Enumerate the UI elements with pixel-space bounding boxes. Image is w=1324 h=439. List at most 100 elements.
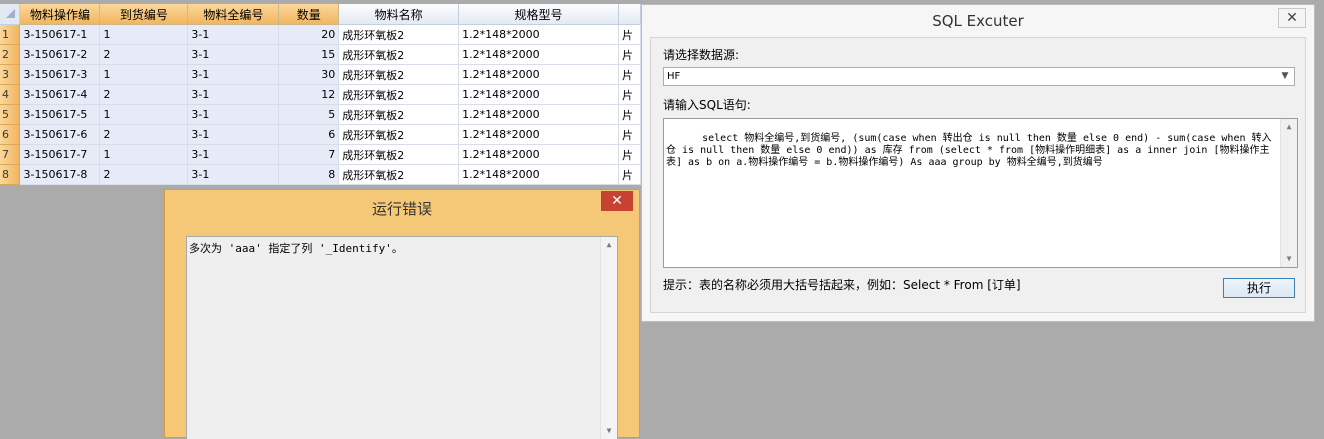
cell-op-code[interactable]: 3-150617-8: [19, 164, 101, 185]
column-header-full-code[interactable]: 物料全编号: [187, 4, 280, 25]
scroll-down-icon[interactable]: ▼: [1281, 251, 1297, 267]
column-header-arrival-no[interactable]: 到货编号: [99, 4, 189, 25]
table-row[interactable]: 1 3-150617-1 1 3-1 20 成形环氧板2 1.2*148*2000 片: [0, 24, 641, 45]
row-header[interactable]: 7: [0, 144, 21, 165]
table-row[interactable]: 7 3-150617-7 1 3-1 7 成形环氧板2 1.2*148*2000 片: [0, 144, 641, 165]
cell-arrival-no[interactable]: 2: [99, 84, 189, 105]
cell-quantity[interactable]: 12: [278, 84, 340, 105]
row-header[interactable]: 1: [0, 24, 21, 45]
cell-full-code[interactable]: 3-1: [187, 164, 280, 185]
column-header-unit[interactable]: [618, 4, 641, 25]
cell-arrival-no[interactable]: 1: [99, 104, 189, 125]
row-header[interactable]: 6: [0, 124, 21, 145]
row-header[interactable]: 4: [0, 84, 21, 105]
cell-full-code[interactable]: 3-1: [187, 64, 280, 85]
cell-spec[interactable]: 1.2*148*2000: [458, 84, 619, 105]
sql-window-body: 请选择数据源: HF ▼ 请输入SQL语句: select 物料全编号,到货编号…: [650, 37, 1306, 313]
column-header-spec[interactable]: 规格型号: [458, 4, 619, 25]
table-row[interactable]: 4 3-150617-4 2 3-1 12 成形环氧板2 1.2*148*2000 片: [0, 84, 641, 105]
cell-material-name[interactable]: 成形环氧板2: [338, 104, 460, 125]
cell-op-code[interactable]: 3-150617-2: [19, 44, 101, 65]
cell-material-name[interactable]: 成形环氧板2: [338, 164, 460, 185]
cell-full-code[interactable]: 3-1: [187, 24, 280, 45]
cell-unit[interactable]: 片: [618, 44, 641, 65]
cell-quantity[interactable]: 6: [278, 124, 340, 145]
cell-arrival-no[interactable]: 1: [99, 144, 189, 165]
cell-quantity[interactable]: 30: [278, 64, 340, 85]
column-header-material-name[interactable]: 物料名称: [338, 4, 460, 25]
cell-spec[interactable]: 1.2*148*2000: [458, 64, 619, 85]
cell-arrival-no[interactable]: 1: [99, 64, 189, 85]
sql-window-close-icon[interactable]: ✕: [1278, 8, 1306, 28]
datasource-select[interactable]: HF ▼: [663, 67, 1295, 86]
cell-unit[interactable]: 片: [618, 164, 641, 185]
cell-op-code[interactable]: 3-150617-4: [19, 84, 101, 105]
run-button[interactable]: 执行: [1223, 278, 1295, 298]
error-dialog-title[interactable]: 运行错误: [165, 198, 639, 219]
cell-material-name[interactable]: 成形环氧板2: [338, 44, 460, 65]
table-row[interactable]: 8 3-150617-8 2 3-1 8 成形环氧板2 1.2*148*2000 片: [0, 164, 641, 185]
error-dialog-close-icon[interactable]: ✕: [601, 191, 633, 211]
cell-material-name[interactable]: 成形环氧板2: [338, 64, 460, 85]
sql-scrollbar[interactable]: ▲ ▼: [1280, 119, 1297, 267]
cell-quantity[interactable]: 8: [278, 164, 340, 185]
cell-op-code[interactable]: 3-150617-7: [19, 144, 101, 165]
cell-unit[interactable]: 片: [618, 24, 641, 45]
cell-full-code[interactable]: 3-1: [187, 44, 280, 65]
cell-quantity[interactable]: 20: [278, 24, 340, 45]
cell-spec[interactable]: 1.2*148*2000: [458, 104, 619, 125]
cell-spec[interactable]: 1.2*148*2000: [458, 164, 619, 185]
row-header[interactable]: 3: [0, 64, 21, 85]
error-scrollbar[interactable]: ▲ ▼: [600, 237, 617, 439]
table-row[interactable]: 5 3-150617-5 1 3-1 5 成形环氧板2 1.2*148*2000 片: [0, 104, 641, 125]
cell-material-name[interactable]: 成形环氧板2: [338, 124, 460, 145]
scroll-up-icon[interactable]: ▲: [601, 237, 617, 253]
error-message-box[interactable]: 多次为 'aaa' 指定了列 '_Identify'。 ▲ ▼: [186, 236, 618, 439]
row-header[interactable]: 2: [0, 44, 21, 65]
cell-arrival-no[interactable]: 2: [99, 44, 189, 65]
error-dialog: 运行错误 ✕ 多次为 'aaa' 指定了列 '_Identify'。 ▲ ▼: [164, 189, 640, 439]
chevron-down-icon[interactable]: ▼: [1278, 68, 1292, 85]
cell-unit[interactable]: 片: [618, 144, 641, 165]
error-message: 多次为 'aaa' 指定了列 '_Identify'。: [189, 242, 403, 255]
sql-text-content: select 物料全编号,到货编号, (sum(case when 转出仓 is…: [666, 133, 1272, 168]
cell-material-name[interactable]: 成形环氧板2: [338, 144, 460, 165]
cell-unit[interactable]: 片: [618, 104, 641, 125]
table-row[interactable]: 6 3-150617-6 2 3-1 6 成形环氧板2 1.2*148*2000 片: [0, 124, 641, 145]
cell-quantity[interactable]: 15: [278, 44, 340, 65]
cell-unit[interactable]: 片: [618, 64, 641, 85]
cell-spec[interactable]: 1.2*148*2000: [458, 24, 619, 45]
cell-spec[interactable]: 1.2*148*2000: [458, 124, 619, 145]
table-row[interactable]: 2 3-150617-2 2 3-1 15 成形环氧板2 1.2*148*2000 片: [0, 44, 641, 65]
row-header[interactable]: 8: [0, 164, 21, 185]
cell-full-code[interactable]: 3-1: [187, 144, 280, 165]
cell-quantity[interactable]: 5: [278, 104, 340, 125]
cell-arrival-no[interactable]: 2: [99, 124, 189, 145]
cell-op-code[interactable]: 3-150617-3: [19, 64, 101, 85]
cell-op-code[interactable]: 3-150617-5: [19, 104, 101, 125]
scroll-down-icon[interactable]: ▼: [601, 423, 617, 439]
sql-window-titlebar[interactable]: SQL Excuter ✕: [642, 5, 1314, 37]
cell-op-code[interactable]: 3-150617-1: [19, 24, 101, 45]
cell-material-name[interactable]: 成形环氧板2: [338, 24, 460, 45]
column-header-op-code[interactable]: 物料操作编: [19, 4, 101, 25]
cell-unit[interactable]: 片: [618, 84, 641, 105]
cell-unit[interactable]: 片: [618, 124, 641, 145]
cell-full-code[interactable]: 3-1: [187, 84, 280, 105]
cell-full-code[interactable]: 3-1: [187, 104, 280, 125]
column-header-quantity[interactable]: 数量: [278, 4, 340, 25]
scroll-up-icon[interactable]: ▲: [1281, 119, 1297, 135]
cell-full-code[interactable]: 3-1: [187, 124, 280, 145]
cell-arrival-no[interactable]: 2: [99, 164, 189, 185]
cell-spec[interactable]: 1.2*148*2000: [458, 144, 619, 165]
grid-corner-select-all[interactable]: [0, 4, 21, 25]
sql-textarea[interactable]: select 物料全编号,到货编号, (sum(case when 转出仓 is…: [663, 118, 1298, 268]
table-row[interactable]: 3 3-150617-3 1 3-1 30 成形环氧板2 1.2*148*2000 片: [0, 64, 641, 85]
data-grid[interactable]: 物料操作编 到货编号 物料全编号 数量 物料名称 规格型号 1 3-150617-…: [0, 4, 641, 185]
cell-op-code[interactable]: 3-150617-6: [19, 124, 101, 145]
cell-material-name[interactable]: 成形环氧板2: [338, 84, 460, 105]
row-header[interactable]: 5: [0, 104, 21, 125]
cell-spec[interactable]: 1.2*148*2000: [458, 44, 619, 65]
cell-arrival-no[interactable]: 1: [99, 24, 189, 45]
cell-quantity[interactable]: 7: [278, 144, 340, 165]
